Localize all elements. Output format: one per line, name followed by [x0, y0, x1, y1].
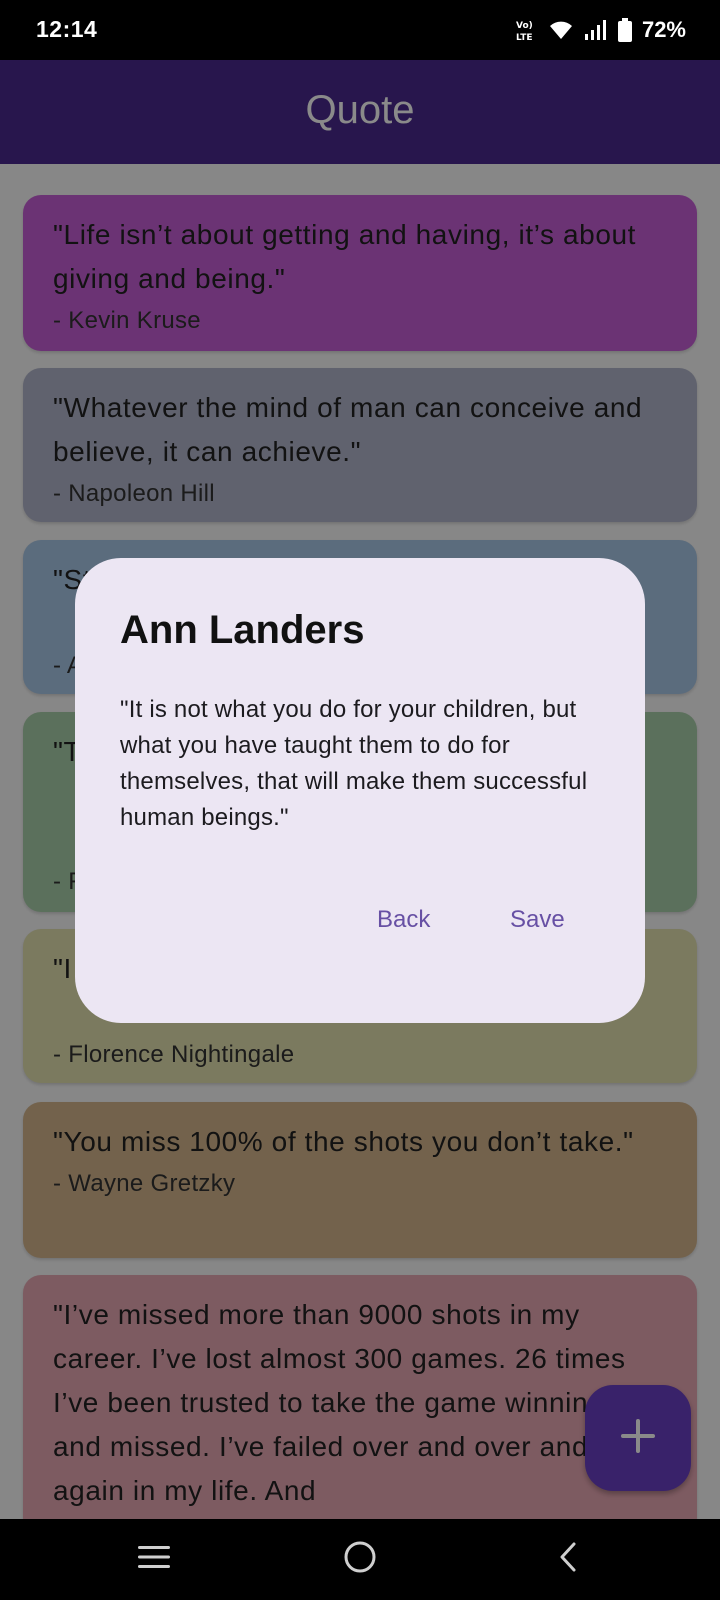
dialog-body: "It is not what you do for your children…	[120, 696, 588, 831]
wifi-icon	[548, 19, 574, 41]
status-time: 12:14	[36, 16, 98, 42]
svg-text:Vo): Vo)	[516, 21, 533, 31]
menu-nav-button[interactable]	[132, 1537, 176, 1581]
menu-icon	[137, 1543, 171, 1576]
system-nav-bar	[0, 1519, 720, 1600]
battery-icon	[617, 18, 632, 42]
back-nav-button[interactable]	[546, 1537, 590, 1581]
signal-icon	[584, 19, 608, 41]
status-icons: Vo) LTE 72%	[516, 16, 686, 44]
dialog-title: Ann Landers	[120, 608, 365, 652]
home-icon	[343, 1540, 377, 1579]
back-button[interactable]: Back	[367, 898, 440, 942]
save-button[interactable]: Save	[500, 898, 575, 942]
battery-percent: 72%	[641, 17, 686, 42]
status-bar: 12:14 Vo) LTE 72%	[0, 0, 720, 60]
quote-dialog: Ann Landers "It is not what you do for y…	[75, 558, 645, 1023]
svg-text:LTE: LTE	[516, 33, 533, 42]
home-nav-button[interactable]	[338, 1537, 382, 1581]
volte-icon: Vo) LTE	[516, 18, 538, 42]
back-icon	[556, 1541, 580, 1578]
